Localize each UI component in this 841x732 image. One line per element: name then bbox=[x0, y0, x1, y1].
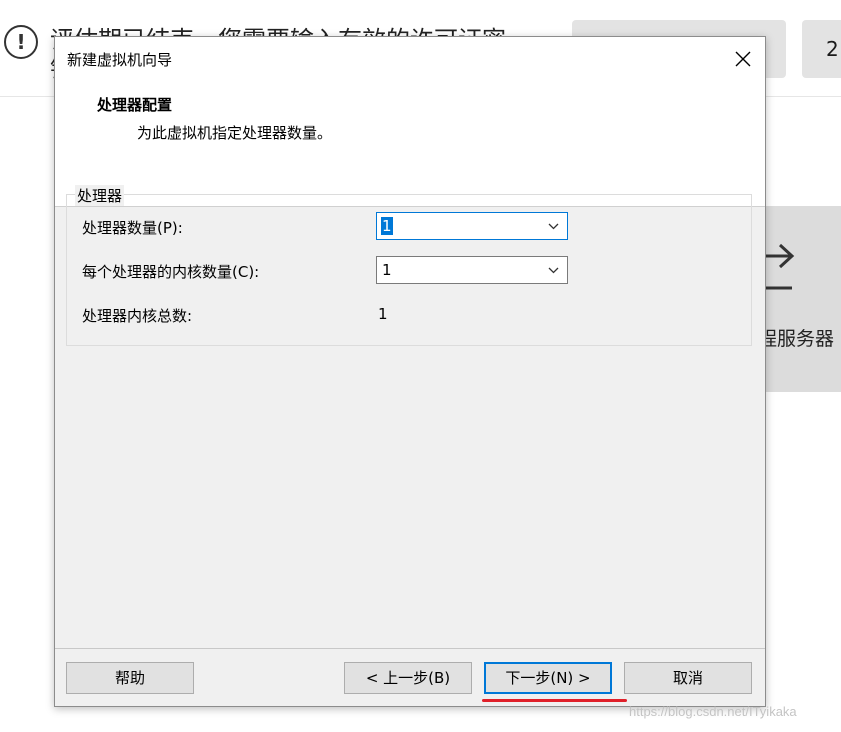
group-legend: 处理器 bbox=[75, 185, 125, 206]
watermark: https://blog.csdn.net/ITyikaka bbox=[629, 704, 797, 719]
chevron-down-icon bbox=[548, 223, 559, 230]
back-button[interactable]: < 上一步(B) bbox=[344, 662, 472, 694]
close-button[interactable] bbox=[719, 37, 765, 81]
annotation-underline bbox=[482, 699, 627, 702]
title-bar: 新建虚拟机向导 bbox=[55, 37, 765, 81]
tile-label: 程服务器 bbox=[758, 328, 835, 350]
background-button-2[interactable]: 2 bbox=[802, 20, 841, 78]
cores-per-processor-value: 1 bbox=[382, 261, 392, 279]
new-vm-wizard-dialog: 新建虚拟机向导 处理器配置 为此虚拟机指定处理器数量。 处理器 处理器数量(P)… bbox=[54, 36, 766, 707]
close-icon bbox=[735, 51, 751, 67]
arrow-right-icon bbox=[766, 243, 795, 290]
cores-per-processor-select[interactable]: 1 bbox=[376, 256, 568, 284]
processor-count-label: 处理器数量(P): bbox=[82, 219, 183, 237]
processor-count-select[interactable]: 1 bbox=[376, 212, 568, 240]
dialog-title: 新建虚拟机向导 bbox=[67, 51, 173, 69]
connect-server-tile[interactable]: 程服务器 bbox=[758, 206, 841, 392]
chevron-down-icon bbox=[548, 267, 559, 274]
next-button[interactable]: 下一步(N) > bbox=[484, 662, 612, 694]
total-cores-value: 1 bbox=[378, 305, 388, 323]
processor-group: 处理器 处理器数量(P): 1 每个处理器的内核数量(C): 1 处理器内核总数… bbox=[66, 185, 752, 346]
warning-icon: ! bbox=[4, 25, 38, 59]
page-title: 处理器配置 bbox=[97, 96, 173, 114]
cancel-button[interactable]: 取消 bbox=[624, 662, 752, 694]
processor-count-value: 1 bbox=[381, 217, 393, 235]
wizard-header: 处理器配置 为此虚拟机指定处理器数量。 bbox=[55, 81, 765, 207]
total-cores-label: 处理器内核总数: bbox=[82, 307, 193, 325]
help-button[interactable]: 帮助 bbox=[66, 662, 194, 694]
cores-per-processor-label: 每个处理器的内核数量(C): bbox=[82, 263, 260, 281]
footer-divider bbox=[55, 648, 765, 649]
page-subtitle: 为此虚拟机指定处理器数量。 bbox=[137, 124, 333, 142]
